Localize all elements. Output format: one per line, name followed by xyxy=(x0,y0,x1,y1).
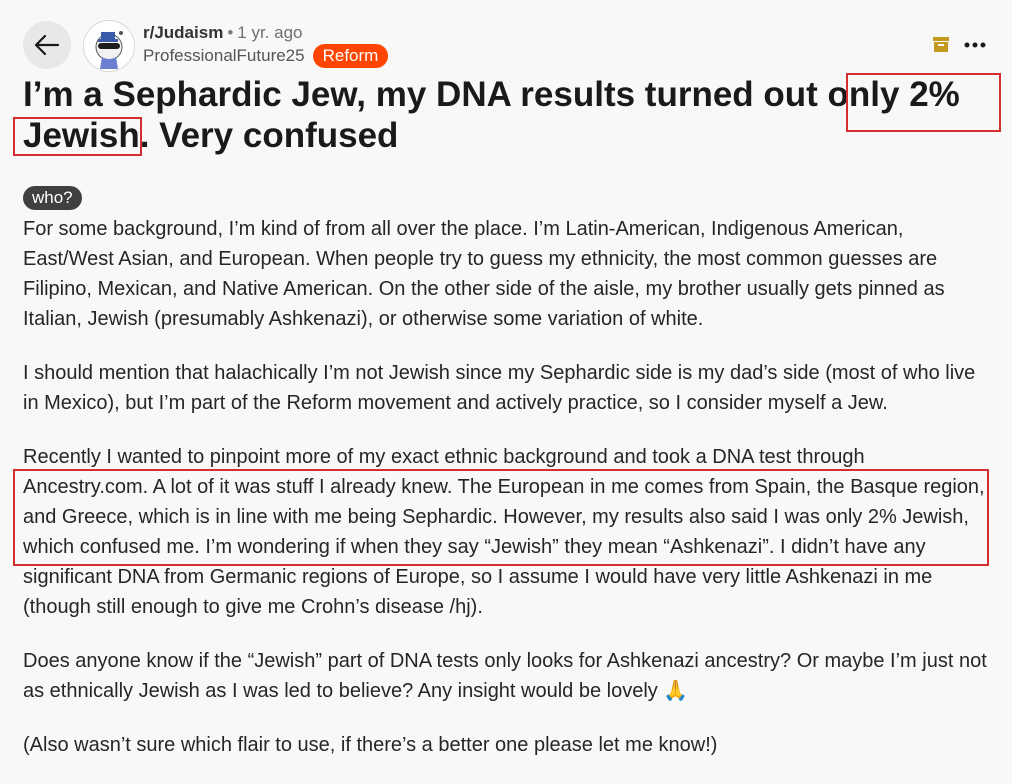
post-flair-badge[interactable]: who? xyxy=(23,186,82,210)
archive-box-icon[interactable] xyxy=(932,36,950,53)
body-paragraph-1: For some background, I’m kind of from al… xyxy=(23,218,945,330)
subreddit-name[interactable]: r/Judaism xyxy=(143,23,223,42)
arrow-left-icon xyxy=(34,34,60,56)
body-paragraph-2: I should mention that halachically I’m n… xyxy=(23,362,976,414)
author-name[interactable]: ProfessionalFuture25 xyxy=(143,46,305,66)
post-time: 1 yr. ago xyxy=(237,23,303,42)
body-paragraph-5: (Also wasn’t sure which flair to use, if… xyxy=(23,734,718,756)
more-horizontal-icon[interactable] xyxy=(964,42,986,48)
back-button[interactable] xyxy=(23,21,71,69)
post-body: For some background, I’m kind of from al… xyxy=(23,214,993,784)
meta-separator: • xyxy=(227,23,234,42)
user-flair: Reform xyxy=(312,44,389,68)
body-paragraph-4: Does anyone know if the “Jewish” part of… xyxy=(23,650,987,702)
title-text-end: . Very confused xyxy=(139,116,399,155)
avatar[interactable] xyxy=(83,20,135,72)
body-paragraph-3: Recently I wanted to pinpoint more of my… xyxy=(23,446,985,618)
title-highlight-only-2: only 2% xyxy=(827,75,960,114)
title-highlight-jewish: Jewish xyxy=(23,116,140,155)
post-title: I’m a Sephardic Jew, my DNA results turn… xyxy=(23,74,998,156)
snoo-avatar-icon xyxy=(95,31,123,69)
title-text-start: I’m a Sephardic Jew, my DNA results turn… xyxy=(23,75,828,114)
